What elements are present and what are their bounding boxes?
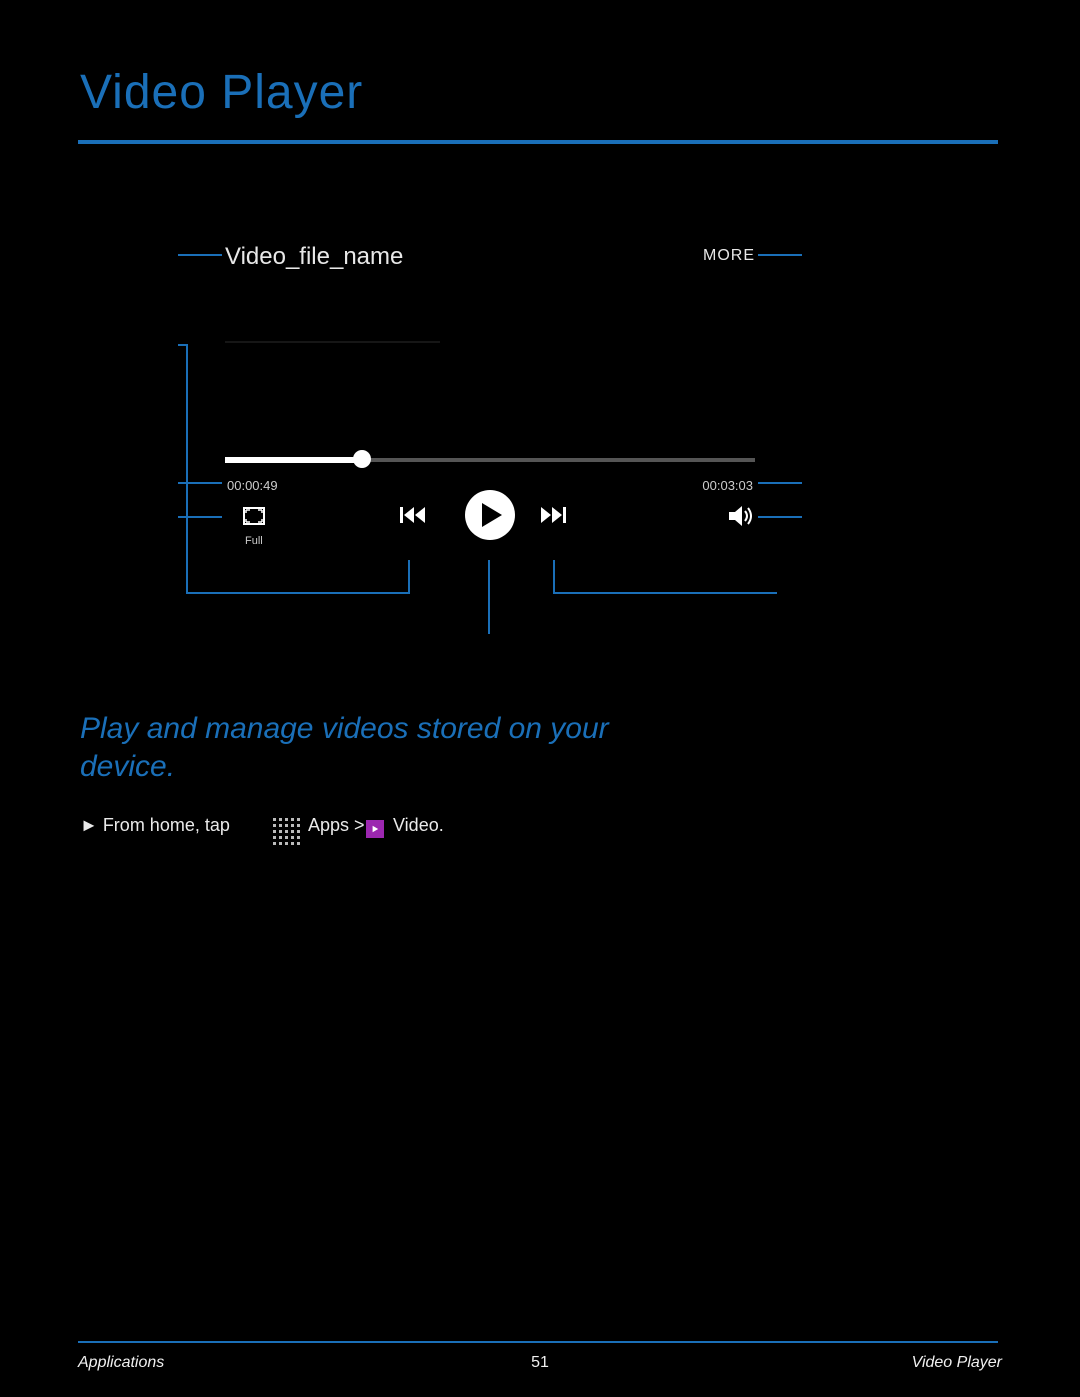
callout-line xyxy=(758,254,802,256)
callout-line xyxy=(186,592,410,594)
callout-line xyxy=(775,592,777,593)
callout-line xyxy=(758,516,802,518)
progress-fill xyxy=(225,457,360,463)
video-player-screenshot: Video_file_name MORE 00:00:49 00:03:03 F… xyxy=(225,235,755,560)
video-app-icon xyxy=(366,820,384,838)
previous-icon[interactable] xyxy=(400,505,426,525)
callout-line xyxy=(178,482,222,484)
fullscreen-label: Full xyxy=(245,535,263,547)
volume-icon[interactable] xyxy=(729,505,755,527)
callout-line xyxy=(408,560,410,594)
callout-line xyxy=(186,344,188,594)
callout-line xyxy=(758,482,802,484)
decorative-line xyxy=(225,341,440,343)
footer-divider xyxy=(78,1341,998,1343)
progress-thumb[interactable] xyxy=(353,450,371,468)
tagline: Play and manage videos stored on your de… xyxy=(80,710,680,785)
play-button[interactable] xyxy=(465,490,515,540)
page-title: Video Player xyxy=(80,65,363,120)
time-total: 00:03:03 xyxy=(702,478,753,493)
callout-line xyxy=(553,560,555,594)
title-underline xyxy=(78,140,998,144)
instruction-prefix: ► From home, tap xyxy=(80,815,230,836)
apps-label: Apps > xyxy=(308,815,365,836)
callout-line xyxy=(488,560,490,634)
more-button[interactable]: MORE xyxy=(703,247,755,265)
apps-icon xyxy=(273,818,299,844)
video-app-label: Video. xyxy=(393,815,444,836)
footer-topic: Video Player xyxy=(912,1354,1002,1372)
footer-section: Applications xyxy=(78,1354,164,1372)
callout-line xyxy=(178,516,222,518)
footer-page-number: 51 xyxy=(531,1354,549,1372)
fullscreen-icon[interactable] xyxy=(243,507,265,525)
video-file-name: Video_file_name xyxy=(225,243,403,271)
callout-line xyxy=(553,592,777,594)
next-icon[interactable] xyxy=(540,505,566,525)
callout-line xyxy=(178,254,222,256)
time-elapsed: 00:00:49 xyxy=(227,478,278,493)
